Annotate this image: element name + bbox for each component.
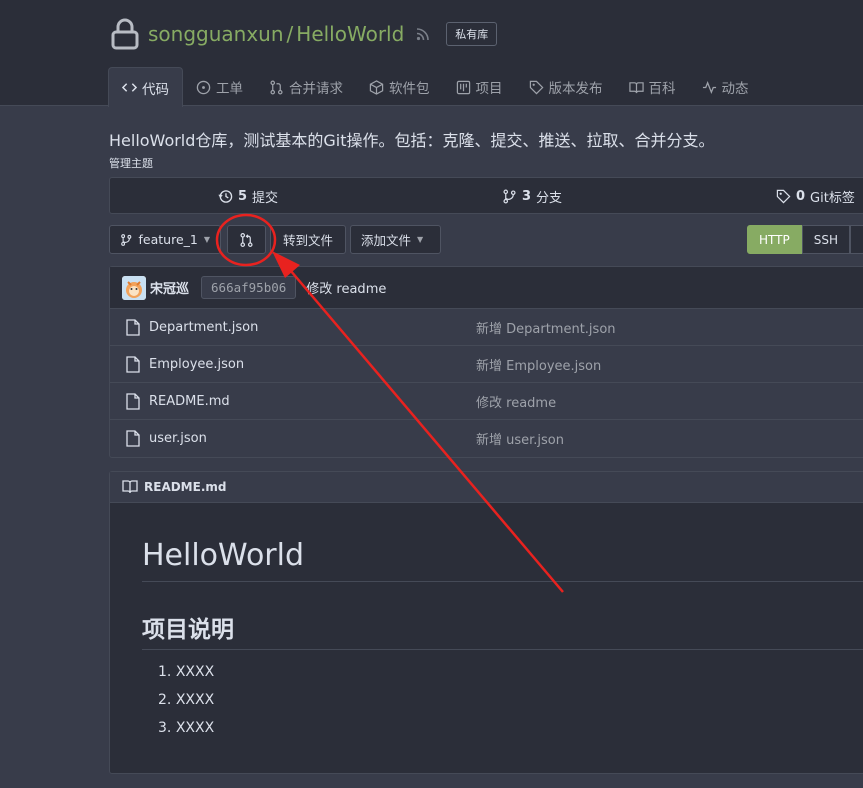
lock-icon: [111, 18, 139, 50]
repo-tabs: 代码 工单 合并请求 软件包 项目 版本发布 百科 动态: [108, 67, 762, 107]
file-icon: [126, 393, 140, 410]
repo-stats-bar: 5 提交 3 分支 0 Git标签: [109, 177, 863, 214]
rss-icon[interactable]: [416, 27, 430, 41]
tab-releases[interactable]: 版本发布: [516, 67, 616, 107]
list-item: 2. XXXX: [158, 692, 215, 708]
compare-button[interactable]: [227, 225, 266, 254]
readme-filename[interactable]: README.md: [144, 480, 226, 494]
branch-name: feature_1: [138, 232, 198, 247]
commit-sha[interactable]: 666af95b06: [201, 276, 297, 299]
list-item: 1. XXXX: [158, 664, 215, 680]
tab-activity[interactable]: 动态: [689, 67, 762, 107]
tags-count: 0: [796, 189, 806, 204]
readme-panel: README.md HelloWorld 项目说明 1. XXXX 2. XXX…: [109, 471, 863, 774]
tab-label: 百科: [648, 81, 676, 97]
file-table: 宋冠巡 666af95b06 修改 readme Department.json…: [109, 266, 863, 458]
tab-label: 动态: [721, 81, 749, 97]
file-commit-message[interactable]: 新增 user.json: [476, 429, 564, 448]
private-badge: 私有库: [446, 22, 498, 46]
book-icon: [122, 480, 138, 494]
list-item-text: XXXX: [175, 664, 215, 680]
commits-label: 提交: [252, 191, 279, 206]
tab-label: 版本发布: [548, 81, 603, 97]
table-row: Employee.json 新增 Employee.json: [110, 346, 863, 383]
tab-code[interactable]: 代码: [108, 67, 183, 107]
repo-description: HelloWorld仓库，测试基本的Git操作。包括：克隆、提交、推送、拉取、合…: [109, 131, 715, 150]
file-commit-message[interactable]: 新增 Employee.json: [476, 355, 601, 374]
table-row: README.md 修改 readme: [110, 383, 863, 420]
branch-icon: [503, 189, 516, 204]
file-name-link[interactable]: README.md: [149, 394, 230, 409]
clone-http-button[interactable]: HTTP: [747, 225, 802, 254]
tab-packages[interactable]: 软件包: [356, 67, 443, 107]
readme-header: README.md: [110, 472, 863, 503]
branches-stat[interactable]: 3 分支: [502, 187, 562, 206]
tab-label: 项目: [475, 81, 503, 97]
file-commit-message[interactable]: 修改 readme: [476, 392, 556, 411]
table-row: Department.json 新增 Department.json: [110, 309, 863, 346]
tab-pull-requests[interactable]: 合并请求: [256, 67, 356, 107]
file-name-link[interactable]: Department.json: [149, 320, 258, 335]
project-icon: [456, 80, 470, 94]
pull-request-icon: [270, 80, 283, 94]
list-item-text: XXXX: [175, 720, 215, 736]
branches-label: 分支: [536, 191, 563, 206]
clone-buttons: HTTP SSH h: [747, 225, 863, 254]
history-icon: [218, 190, 233, 203]
clone-ssh-button[interactable]: SSH: [801, 225, 850, 254]
readme-heading-1: HelloWorld: [142, 538, 863, 582]
clone-url-input[interactable]: h: [849, 225, 863, 254]
tag-icon: [776, 189, 791, 204]
file-commit-message[interactable]: 新增 Department.json: [476, 318, 616, 337]
avatar-image: [122, 275, 146, 300]
branch-selector[interactable]: feature_1 ▼: [109, 225, 221, 254]
chevron-down-icon: ▼: [417, 235, 424, 244]
branches-count: 3: [522, 189, 532, 204]
tab-label: 工单: [216, 81, 243, 97]
avatar[interactable]: [122, 275, 146, 300]
tab-label: 代码: [142, 81, 169, 98]
latest-commit-bar: 宋冠巡 666af95b06 修改 readme: [110, 267, 863, 309]
tab-wiki[interactable]: 百科: [616, 67, 689, 107]
pull-request-icon: [240, 232, 253, 247]
commits-count: 5: [238, 189, 248, 204]
commit-message[interactable]: 修改 readme: [306, 278, 386, 297]
list-item: 3. XXXX: [158, 720, 215, 736]
file-name-link[interactable]: Employee.json: [149, 357, 244, 372]
file-icon: [126, 430, 140, 447]
repo-header: songguanxun / HelloWorld 私有库 代码 工单 合并请求 …: [0, 0, 863, 107]
code-icon: [122, 83, 137, 92]
commits-stat[interactable]: 5 提交: [218, 187, 278, 206]
issue-icon: [196, 80, 211, 94]
manage-topics-link[interactable]: 管理主题: [109, 155, 153, 171]
pulse-icon: [702, 80, 716, 94]
list-item-text: XXXX: [175, 692, 215, 708]
branch-icon: [121, 233, 132, 246]
file-icon: [126, 319, 140, 336]
add-file-label: 添加文件: [361, 233, 412, 248]
readme-heading-2: 项目说明: [142, 610, 863, 650]
tags-label: Git标签: [810, 191, 855, 206]
file-name-link[interactable]: user.json: [149, 431, 207, 446]
tab-projects[interactable]: 项目: [443, 67, 516, 107]
repo-owner-link[interactable]: songguanxun: [148, 22, 284, 46]
readme-list: 1. XXXX 2. XXXX 3. XXXX: [158, 664, 214, 748]
repo-separator: /: [286, 22, 294, 46]
tab-label: 合并请求: [289, 81, 343, 97]
repo-title: songguanxun / HelloWorld 私有库: [110, 18, 498, 50]
tags-stat[interactable]: 0 Git标签: [776, 187, 855, 206]
repo-name-link[interactable]: HelloWorld: [296, 22, 404, 46]
tag-icon: [529, 80, 543, 94]
tab-issues[interactable]: 工单: [183, 67, 256, 107]
package-icon: [369, 79, 384, 95]
add-file-button[interactable]: 添加文件 ▼: [350, 225, 441, 254]
commit-author[interactable]: 宋冠巡: [150, 278, 189, 297]
file-icon: [126, 356, 140, 373]
goto-file-button[interactable]: 转到文件: [270, 225, 346, 254]
tab-label: 软件包: [389, 81, 430, 97]
book-icon: [628, 81, 644, 93]
table-row: user.json 新增 user.json: [110, 420, 863, 457]
chevron-down-icon: ▼: [203, 235, 210, 244]
